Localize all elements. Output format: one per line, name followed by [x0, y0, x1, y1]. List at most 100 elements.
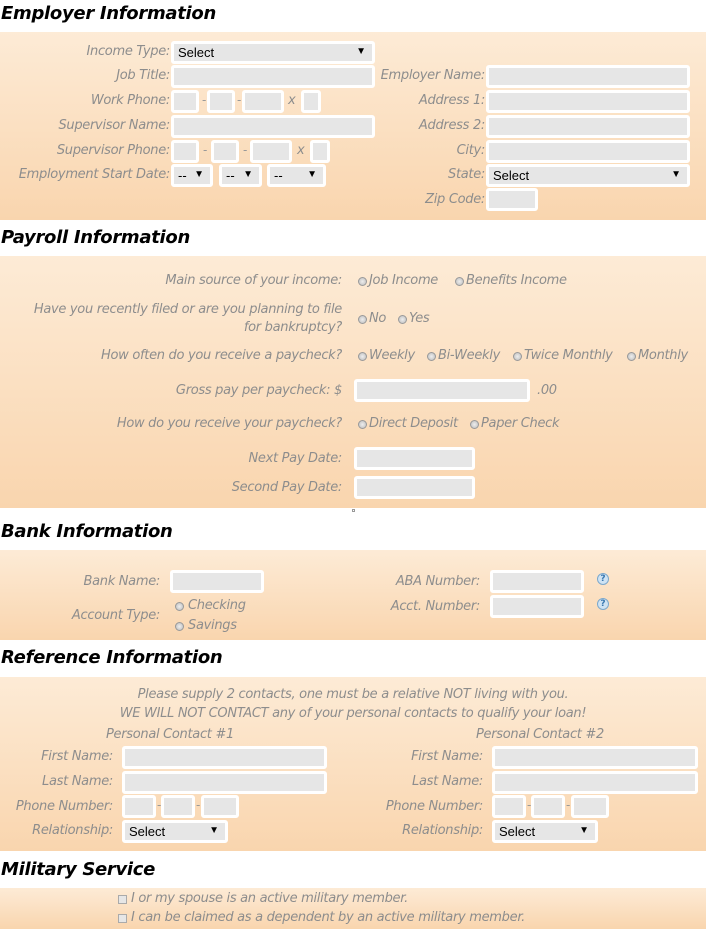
- c2-relationship-select[interactable]: Select ▼: [492, 820, 598, 843]
- benefits-income-radio[interactable]: [455, 277, 464, 286]
- monthly-radio[interactable]: [627, 352, 636, 361]
- work-phone-prefix-input[interactable]: [207, 90, 235, 113]
- start-month-select[interactable]: -- ▼: [171, 164, 213, 187]
- c1-phone-label: Phone Number:: [15, 799, 113, 814]
- zip-input[interactable]: [486, 188, 538, 211]
- c2-relationship-label: Relationship:: [402, 823, 483, 838]
- gross-pay-input[interactable]: [354, 379, 530, 402]
- bank-name-label: Bank Name:: [83, 574, 160, 589]
- military-heading: Military Service: [1, 859, 156, 880]
- c2-first-name-label: First Name:: [411, 749, 483, 764]
- acct-number-label: Acct. Number:: [390, 599, 481, 614]
- work-phone-line-input[interactable]: [242, 90, 284, 113]
- c2-first-name-input[interactable]: [492, 746, 698, 769]
- c1-relationship-value: Select: [129, 824, 166, 839]
- job-income-label: Job Income: [369, 273, 439, 288]
- chevron-down-icon: ▼: [209, 825, 219, 836]
- chevron-down-icon: ▼: [579, 825, 589, 836]
- work-phone-area-input[interactable]: [171, 90, 199, 113]
- c2-phone-area-input[interactable]: [492, 795, 526, 818]
- ext-label: x: [288, 93, 296, 108]
- income-type-label: Income Type:: [86, 44, 170, 59]
- next-pay-label: Next Pay Date:: [248, 451, 342, 466]
- job-income-radio[interactable]: [358, 277, 367, 286]
- c1-phone-prefix-input[interactable]: [161, 795, 195, 818]
- c2-last-name-input[interactable]: [492, 771, 698, 794]
- city-label: City:: [456, 143, 486, 158]
- chevron-down-icon: ▼: [243, 169, 253, 180]
- aba-input[interactable]: [490, 570, 584, 593]
- twice-monthly-label: Twice Monthly: [524, 348, 613, 363]
- next-pay-input[interactable]: [354, 447, 475, 470]
- dash: -: [237, 93, 242, 107]
- biweekly-label: Bi-Weekly: [438, 348, 500, 363]
- supervisor-phone-prefix-input[interactable]: [211, 140, 239, 163]
- c1-last-name-label: Last Name:: [42, 774, 113, 789]
- help-icon[interactable]: ?: [597, 573, 609, 585]
- active-military-checkbox[interactable]: [118, 895, 127, 904]
- income-type-select[interactable]: Select ▼: [171, 41, 375, 64]
- twice-monthly-radio[interactable]: [513, 352, 522, 361]
- c1-last-name-input[interactable]: [122, 771, 327, 794]
- supervisor-phone-area-input[interactable]: [171, 140, 199, 163]
- savings-radio[interactable]: [175, 622, 184, 631]
- c1-first-name-input[interactable]: [122, 746, 327, 769]
- help-icon[interactable]: ?: [597, 598, 609, 610]
- work-phone-label: Work Phone:: [90, 93, 170, 108]
- employer-name-input[interactable]: [486, 65, 690, 88]
- receive-method-label: How do you receive your paycheck?: [116, 416, 342, 431]
- bank-name-input[interactable]: [170, 570, 264, 593]
- bankruptcy-label-2: for bankruptcy?: [243, 320, 342, 335]
- zip-label: Zip Code:: [425, 192, 485, 207]
- payroll-panel: [0, 256, 706, 508]
- start-day-select[interactable]: -- ▼: [219, 164, 262, 187]
- direct-deposit-radio[interactable]: [358, 420, 367, 429]
- c2-phone-prefix-input[interactable]: [531, 795, 565, 818]
- c1-relationship-label: Relationship:: [32, 823, 113, 838]
- checking-radio[interactable]: [175, 602, 184, 611]
- bankruptcy-yes-radio[interactable]: [398, 315, 407, 324]
- paper-check-radio[interactable]: [470, 420, 479, 429]
- acct-number-input[interactable]: [490, 595, 584, 618]
- address2-label: Address 2:: [418, 118, 485, 133]
- income-type-value: Select: [178, 45, 215, 60]
- biweekly-radio[interactable]: [427, 352, 436, 361]
- second-pay-input[interactable]: [354, 476, 475, 499]
- state-select[interactable]: Select ▼: [486, 164, 690, 187]
- chevron-down-icon: ▼: [671, 169, 681, 180]
- supervisor-name-label: Supervisor Name:: [58, 118, 170, 133]
- paper-check-label: Paper Check: [481, 416, 560, 431]
- address1-input[interactable]: [486, 90, 690, 113]
- gross-pay-label: Gross pay per paycheck: $: [175, 383, 342, 398]
- c1-first-name-label: First Name:: [41, 749, 113, 764]
- c2-relationship-value: Select: [499, 824, 536, 839]
- employer-heading: Employer Information: [1, 3, 217, 24]
- dash: -: [202, 93, 207, 107]
- second-pay-label: Second Pay Date:: [231, 480, 343, 495]
- c2-phone-line-input[interactable]: [571, 795, 609, 818]
- dependent-military-checkbox[interactable]: [118, 914, 127, 923]
- active-military-label: I or my spouse is an active military mem…: [131, 891, 408, 906]
- reference-note-2: WE WILL NOT CONTACT any of your personal…: [119, 706, 587, 721]
- bankruptcy-yes-label: Yes: [409, 311, 430, 326]
- bankruptcy-no-radio[interactable]: [358, 315, 367, 324]
- bank-heading: Bank Information: [1, 521, 173, 542]
- cents-label: .00: [537, 383, 557, 398]
- weekly-radio[interactable]: [358, 352, 367, 361]
- checking-label: Checking: [188, 598, 246, 613]
- c1-phone-area-input[interactable]: [122, 795, 156, 818]
- c1-relationship-select[interactable]: Select ▼: [122, 820, 228, 843]
- start-date-label: Employment Start Date:: [18, 167, 171, 182]
- job-title-label: Job Title:: [116, 68, 170, 83]
- c1-phone-line-input[interactable]: [201, 795, 239, 818]
- dependent-military-label: I can be claimed as a dependent by an ac…: [131, 910, 526, 925]
- c2-last-name-label: Last Name:: [412, 774, 483, 789]
- address2-input[interactable]: [486, 115, 690, 138]
- contact2-heading: Personal Contact #2: [475, 727, 605, 742]
- bankruptcy-label-1: Have you recently filed or are you plann…: [33, 302, 342, 317]
- city-input[interactable]: [486, 140, 690, 163]
- supervisor-phone-line-input[interactable]: [250, 140, 292, 163]
- c2-phone-label: Phone Number:: [385, 799, 483, 814]
- direct-deposit-label: Direct Deposit: [369, 416, 458, 431]
- start-year-value: --: [274, 168, 283, 183]
